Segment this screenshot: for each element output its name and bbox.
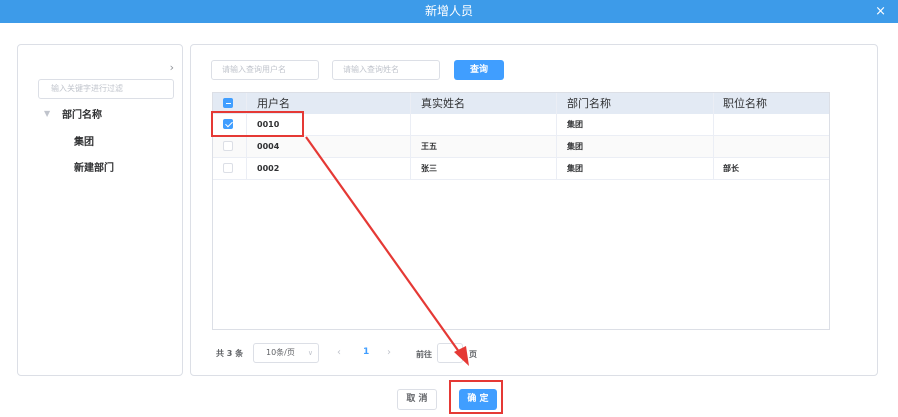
select-all-checkbox[interactable] [223, 98, 233, 108]
tree-node-new-dept[interactable]: 新建部门 [74, 159, 114, 174]
dialog-title-bar: 新增人员 × [0, 0, 898, 23]
close-icon[interactable]: × [875, 0, 886, 23]
cell-username: 0004 [257, 142, 280, 151]
table-row[interactable]: 0002 张三 集团 部长 [213, 158, 829, 180]
cell-realname: 王五 [421, 142, 437, 151]
user-list-panel: 请输入查询用户名 请输入查询姓名 查询 用户名 真实姓名 部门名称 职位名称 0… [190, 44, 878, 376]
tree-filter-input[interactable]: 输入关键字进行过滤 [38, 79, 174, 99]
chevron-right-icon[interactable]: › [170, 61, 174, 74]
highlight-box-row [211, 111, 304, 137]
page-number[interactable]: 1 [363, 347, 369, 357]
cell-username: 0002 [257, 164, 280, 173]
goto-page-input[interactable] [437, 343, 463, 363]
query-button[interactable]: 查询 [454, 60, 504, 80]
cell-dept: 集团 [567, 120, 583, 129]
table-header: 用户名 真实姓名 部门名称 职位名称 [213, 93, 829, 114]
table-row[interactable]: 0010 集团 [213, 114, 829, 136]
cell-position: 部长 [723, 164, 739, 173]
tree-node-root[interactable]: 部门名称 [62, 106, 102, 121]
department-tree-panel: › 输入关键字进行过滤 ▼ 部门名称 集团 新建部门 [17, 44, 183, 376]
dialog-title: 新增人员 [424, 4, 473, 18]
column-header-dept: 部门名称 [567, 97, 611, 110]
page-size-select[interactable]: 10条/页 ∨ [253, 343, 319, 363]
pagination-total: 共 3 条 [216, 349, 244, 358]
highlight-box-confirm [449, 380, 503, 414]
user-table: 用户名 真实姓名 部门名称 职位名称 0010 集团 0004 王五 集团 00… [212, 92, 830, 330]
column-header-realname: 真实姓名 [421, 97, 465, 110]
goto-label: 前往 [416, 350, 432, 359]
chevron-down-icon: ∨ [307, 349, 313, 357]
cell-dept: 集团 [567, 164, 583, 173]
column-divider [556, 93, 557, 180]
cancel-button[interactable]: 取 消 [397, 389, 437, 410]
prev-page-icon[interactable]: ‹ [337, 347, 341, 358]
caret-down-icon[interactable]: ▼ [44, 109, 50, 118]
cell-realname: 张三 [421, 164, 437, 173]
realname-search-input[interactable]: 请输入查询姓名 [332, 60, 440, 80]
column-divider [713, 93, 714, 180]
page-suffix: 页 [469, 350, 477, 359]
next-page-icon[interactable]: › [387, 347, 391, 358]
cell-dept: 集团 [567, 142, 583, 151]
row-checkbox[interactable] [223, 141, 233, 151]
table-row[interactable]: 0004 王五 集团 [213, 136, 829, 158]
column-header-position: 职位名称 [723, 97, 767, 110]
row-checkbox[interactable] [223, 163, 233, 173]
username-search-input[interactable]: 请输入查询用户名 [211, 60, 319, 80]
column-divider [410, 93, 411, 180]
page-size-value: 10条/页 [266, 348, 295, 357]
tree-node-group[interactable]: 集团 [74, 133, 94, 148]
